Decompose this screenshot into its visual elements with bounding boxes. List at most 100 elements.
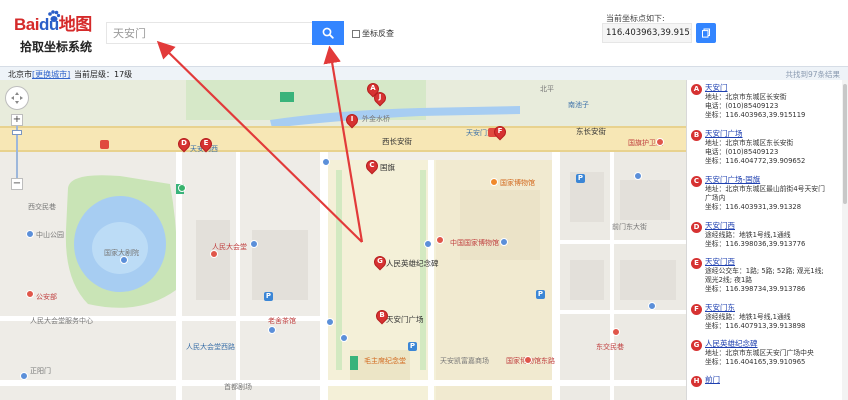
place-label: 老舍茶馆 (268, 317, 296, 325)
poi-marker[interactable] (648, 302, 656, 310)
place-label: 正阳门 (30, 367, 51, 375)
poi-marker[interactable] (634, 172, 642, 180)
marker-f[interactable]: F (491, 123, 509, 141)
marker-letter: C (369, 161, 375, 169)
zoom-level: 当前层级：17级 (74, 70, 133, 79)
copy-button[interactable] (696, 23, 716, 43)
marker-b[interactable]: B (373, 307, 391, 325)
result-item[interactable]: F 天安门东 途经线路：地铁1号线,1通线 坐标：116.407913,39.9138… (687, 300, 848, 336)
result-item[interactable]: G 人民英雄纪念碑 地址：北京市东城区天安门广场中央 坐标：116.404165,39… (687, 336, 848, 372)
marker-e[interactable]: E (197, 135, 215, 153)
marker-c[interactable]: C (363, 157, 381, 175)
result-detail: 地址：北京市东城区东长安街 (705, 139, 794, 147)
poi-marker[interactable] (490, 178, 498, 186)
result-item[interactable]: D 天安门西 途经线路：地铁1号线,1通线 坐标：116.398036,39.9137… (687, 218, 848, 254)
zoom-in-button[interactable]: + (11, 114, 23, 126)
result-name-link[interactable]: 天安门 (705, 83, 848, 93)
city-name: 北京市 (8, 70, 32, 79)
marker-letter: G (377, 257, 383, 265)
search-button[interactable] (312, 21, 344, 45)
map-canvas[interactable]: + − 西长安街 东长安街 天安门西 天安门东 天安门广场 人民英雄纪念碑 国家… (0, 80, 686, 400)
result-name-link[interactable]: 人民英雄纪念碑 (705, 339, 848, 349)
marker-g[interactable]: G (371, 253, 389, 271)
result-item[interactable]: E 天安门西 途经公交车：1路; 5路; 52路; 观光1线; 观光2线; 夜1路 坐标… (687, 254, 848, 300)
reverse-lookup[interactable]: 坐标反查 (352, 28, 394, 39)
result-name-link[interactable]: 天安门广场 (705, 129, 848, 139)
poi-marker[interactable] (26, 230, 34, 238)
poi-marker[interactable] (656, 138, 664, 146)
parking-icon: P (264, 292, 273, 301)
poi-marker[interactable] (250, 240, 258, 248)
poi-marker[interactable] (436, 236, 444, 244)
result-count: 共找到97条结果 (785, 70, 840, 79)
result-name-link[interactable]: 天安门东 (705, 303, 848, 313)
poi-marker[interactable] (424, 240, 432, 248)
baidu-map-logo[interactable]: Baidu地图 拾取坐标系统 (14, 10, 94, 58)
parking-icon: P (408, 342, 417, 351)
poi-marker[interactable] (500, 238, 508, 246)
marker-letter: A (370, 84, 376, 92)
zoom-slider-thumb[interactable] (12, 130, 22, 135)
result-detail: 坐标：116.398734,39.913786 (705, 285, 806, 293)
result-pin-icon: B (691, 130, 702, 141)
poi-marker[interactable] (612, 328, 620, 336)
poi-marker[interactable] (268, 326, 276, 334)
result-name-link[interactable]: 天安门西 (705, 257, 848, 267)
result-pin-icon: F (691, 304, 702, 315)
poi-marker[interactable] (20, 372, 28, 380)
marker-letter: B (379, 311, 385, 319)
result-detail: 坐标：116.404772,39.909652 (705, 157, 806, 165)
poi-marker[interactable] (178, 184, 186, 192)
result-pin-icon: D (691, 222, 702, 233)
poi-marker[interactable] (120, 256, 128, 264)
marker-i[interactable]: I (343, 111, 361, 129)
search-input[interactable] (106, 22, 312, 44)
result-name-link[interactable]: 前门 (705, 375, 848, 385)
result-detail: 电话：(010)85409123 (705, 148, 779, 156)
road-label: 西长安街 (382, 137, 412, 146)
marker-j[interactable]: J (371, 89, 389, 107)
marker-d[interactable]: D (175, 135, 193, 153)
pan-icon (11, 92, 23, 104)
zoom-control: + − (5, 86, 31, 190)
poi-marker[interactable] (322, 158, 330, 166)
reverse-lookup-checkbox[interactable] (352, 29, 360, 38)
baidu-coordinate-picker: Baidu地图 拾取坐标系统 坐标反查 当前坐标点如下: 116.403963,… (0, 0, 848, 400)
poi-marker[interactable] (210, 250, 218, 258)
place-label: 国旗 (380, 163, 395, 172)
result-item[interactable]: H 前门 (687, 372, 848, 400)
result-item[interactable]: A 天安门 地址：北京市东城区长安街 电话：(010)85409123 坐标：116.4… (687, 80, 848, 126)
result-detail: 观光2线; 夜1路 (705, 276, 753, 284)
current-city: 北京市[更换城市] (8, 69, 70, 80)
logo-bai: Bai (14, 15, 39, 34)
zoom-out-button[interactable]: − (11, 178, 23, 190)
result-pin-icon: E (691, 258, 702, 269)
result-item[interactable]: C 天安门广场-国旗 地址：北京市东城区最山前街4号天安门 广场内 坐标：116.403… (687, 172, 848, 218)
place-label: 人民大会堂服务中心 (30, 317, 93, 325)
switch-city-link[interactable]: [更换城市] (32, 70, 70, 79)
pan-control[interactable] (5, 86, 29, 110)
road-label: 人民大会堂西路 (186, 343, 235, 351)
result-list[interactable]: A 天安门 地址：北京市东城区长安街 电话：(010)85409123 坐标：116.4… (686, 80, 848, 400)
status-bar: 北京市[更换城市] 当前层级：17级 共找到97条结果 (0, 66, 848, 80)
result-detail: 途经线路：地铁1号线,1通线 (705, 231, 791, 239)
marker-letter: E (203, 139, 209, 147)
poi-marker[interactable] (326, 318, 334, 326)
place-label: 南池子 (568, 101, 589, 109)
poi-marker[interactable] (524, 356, 532, 364)
result-pin-icon: G (691, 340, 702, 351)
result-detail: 坐标：116.404165,39.910965 (705, 358, 806, 366)
result-pin-icon: A (691, 84, 702, 95)
poi-marker[interactable] (340, 334, 348, 342)
marker-letter: F (497, 127, 503, 135)
result-name-link[interactable]: 天安门广场-国旗 (705, 175, 848, 185)
result-item[interactable]: B 天安门广场 地址：北京市东城区东长安街 电话：(010)85409123 坐标：11… (687, 126, 848, 172)
place-label: 天安门广场 (386, 315, 424, 324)
place-label: 前门东大街 (612, 223, 647, 231)
zoom-slider[interactable] (12, 126, 22, 178)
coord-field[interactable]: 116.403963,39.915119 (602, 23, 692, 43)
result-name-link[interactable]: 天安门西 (705, 221, 848, 231)
poi-marker[interactable] (26, 290, 34, 298)
parking-icon: P (536, 290, 545, 299)
marker-letter: I (350, 115, 354, 123)
